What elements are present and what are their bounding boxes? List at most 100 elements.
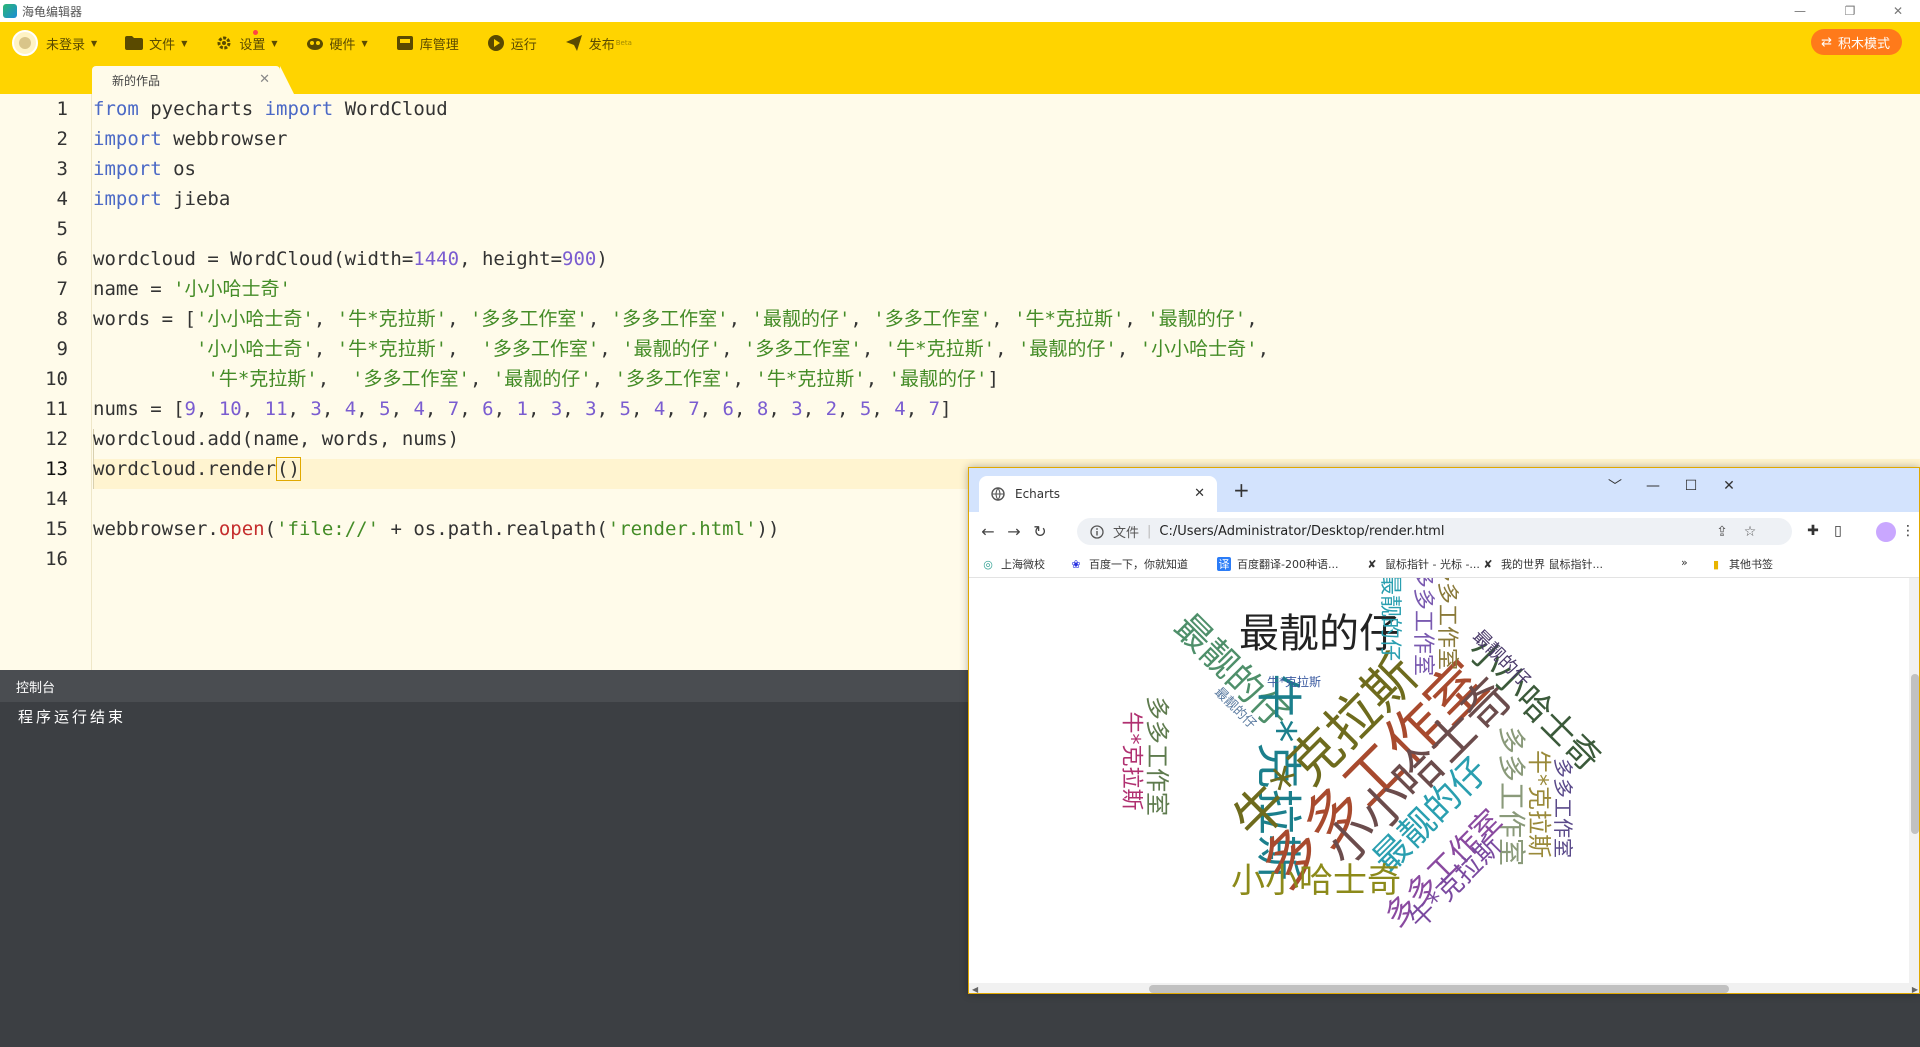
reload-icon[interactable]: ↻ [1029,521,1051,541]
scroll-right-icon[interactable]: ▶ [1912,985,1918,993]
translate-icon: 译 [1217,557,1231,571]
globe-icon [991,487,1005,501]
info-icon[interactable] [1089,524,1105,540]
code-line-8: words = ['小小哈士奇', '牛*克拉斯', '多多工作室', '多多工… [93,308,1258,330]
extensions-icon[interactable]: ✚ [1802,521,1824,541]
block-mode-button[interactable]: ⇄ 积木模式 [1811,29,1902,55]
bookmark-star-icon[interactable]: ☆ [1741,523,1759,541]
app-window: 海龟编辑器 — ❐ ✕ 未登录 ▼ 文件 ▼ 设置 ▼ 硬件 ▼ 库管理 运行 … [0,0,1920,1047]
profile-avatar[interactable] [1876,522,1896,542]
more-menu-icon[interactable]: ⋮ [1897,521,1919,541]
avatar-icon [12,30,38,56]
publish-label: 发布 [588,37,615,53]
vertical-scrollbar[interactable] [1909,578,1919,983]
cloud-word: 最靓的仔 [1239,611,1399,657]
code-line-11: nums = [9, 10, 11, 3, 4, 5, 4, 7, 6, 1, … [93,398,952,420]
scroll-thumb[interactable] [1911,674,1919,834]
address-separator: | [1147,524,1152,539]
cursor-site-icon: ✘ [1483,557,1493,571]
more-bookmarks-label: » [1681,556,1688,569]
run-button[interactable]: 运行 [473,22,551,64]
code-line-1: from pyecharts import WordCloud [93,98,448,120]
console-title: 控制台 [16,680,56,696]
bookmark-cursor-1[interactable]: ✘ 鼠标指针 - 光标 -... [1365,556,1480,572]
publish-button[interactable]: 发布 Beta [551,22,646,64]
window-titlebar: 海龟编辑器 — ❐ ✕ [0,0,1920,22]
more-bookmarks-button[interactable]: » [1681,556,1688,569]
code-line-7: name = '小小哈士奇' [93,278,291,300]
close-window-icon[interactable]: ✕ [1707,476,1751,496]
forward-icon[interactable]: → [1003,521,1025,541]
line-number-gutter: 1 2 3 4 5 6 7 8 9 10 11 12 13 14 15 16 [0,94,92,670]
close-window-icon[interactable]: ✕ [1878,0,1918,22]
line-number: 6 [56,248,68,270]
block-mode-label: 积木模式 [1837,36,1890,52]
tab-title: 新的作品 [112,73,161,88]
hardware-icon [306,34,324,52]
side-panel-icon[interactable]: ▯ [1827,521,1849,541]
folder-icon [125,34,144,52]
login-button[interactable]: 未登录 ▼ [0,22,111,64]
file-menu-button[interactable]: 文件 ▼ [111,22,201,64]
bookmark-baidu-translate[interactable]: 译 百度翻译-200种语... [1217,556,1338,572]
chevron-down-icon: ▼ [181,38,188,48]
new-tab-icon[interactable]: + [1233,480,1250,500]
close-tab-icon[interactable]: ✕ [259,72,270,87]
share-icon[interactable]: ⇪ [1713,523,1731,541]
gear-icon [215,34,233,52]
code-line-3: import os [93,158,196,180]
library-icon [396,34,414,52]
back-icon[interactable]: ← [977,521,999,541]
cloud-word: 多多工作室 [1434,578,1460,671]
file-tab-new-work[interactable]: 新的作品 ✕ [92,66,294,94]
library-manager-button[interactable]: 库管理 [382,22,473,64]
line-number: 15 [45,518,68,540]
window-title: 海龟编辑器 [22,4,83,19]
scroll-left-icon[interactable]: ◀ [972,985,978,993]
line-number: 5 [56,218,68,240]
bookmark-cursor-2[interactable]: ✘ 我的世界 鼠标指针... [1481,556,1603,572]
address-bar[interactable]: 文件 | C:/Users/Administrator/Desktop/rend… [1077,518,1792,545]
settings-label: 设置 [239,37,266,53]
line-number: 4 [56,188,68,210]
other-bookmarks-folder[interactable]: ▮ 其他书签 [1709,556,1773,572]
browser-tab-echarts[interactable]: Echarts ✕ [979,476,1217,512]
code-line-6: wordcloud = WordCloud(width=1440, height… [93,248,608,270]
hardware-menu-button[interactable]: 硬件 ▼ [292,22,382,64]
horizontal-scrollbar[interactable]: ◀ ▶ [969,983,1919,993]
chevron-down-icon: ▼ [271,38,278,48]
login-label: 未登录 [46,37,86,53]
file-label: 文件 [149,37,176,53]
cloud-word: 多多工作室 [1143,696,1171,816]
other-bookmarks-label: 其他书签 [1729,558,1773,571]
line-number: 7 [56,278,68,300]
browser-window: Echarts ✕ + ﹀ — ☐ ✕ ← → ↻ 文件 | C:/Users/… [968,467,1920,994]
bookmark-shanghai-weixiao[interactable]: ◎ 上海微校 [981,556,1045,572]
chevron-down-icon: ▼ [91,38,98,48]
beta-badge: Beta [615,39,632,47]
close-tab-icon[interactable]: ✕ [1194,486,1205,501]
browser-navbar: ← → ↻ 文件 | C:/Users/Administrator/Deskto… [969,512,1919,550]
run-label: 运行 [510,37,537,53]
swap-icon: ⇄ [1821,34,1832,50]
play-icon [487,34,505,52]
bookmarks-bar: ◎ 上海微校 ❀ 百度一下，你就知道 译 百度翻译-200种语... ✘ 鼠标指… [969,550,1919,578]
main-toolbar: 未登录 ▼ 文件 ▼ 设置 ▼ 硬件 ▼ 库管理 运行 发布 Beta ⇄ 积木… [0,22,1920,64]
line-number: 14 [45,488,68,510]
library-label: 库管理 [419,37,459,53]
line-number: 8 [56,308,68,330]
browser-tab-title: Echarts [1015,487,1061,501]
scroll-thumb[interactable] [1149,985,1729,993]
bookmark-label: 我的世界 鼠标指针... [1501,558,1603,571]
settings-menu-button[interactable]: 设置 ▼ [201,22,291,64]
bookmark-baidu[interactable]: ❀ 百度一下，你就知道 [1069,556,1188,572]
folder-icon: ▮ [1712,557,1720,571]
baidu-paw-icon: ❀ [1071,557,1081,571]
line-number: 11 [45,398,68,420]
cloud-word: 牛*克拉斯 [1525,750,1553,858]
minimize-icon[interactable]: — [1780,0,1820,22]
cloud-word: 牛*克拉斯 [1267,675,1322,689]
address-url: C:/Users/Administrator/Desktop/render.ht… [1159,524,1445,539]
bookmark-label: 百度翻译-200种语... [1237,558,1339,571]
restore-icon[interactable]: ❐ [1830,0,1870,22]
